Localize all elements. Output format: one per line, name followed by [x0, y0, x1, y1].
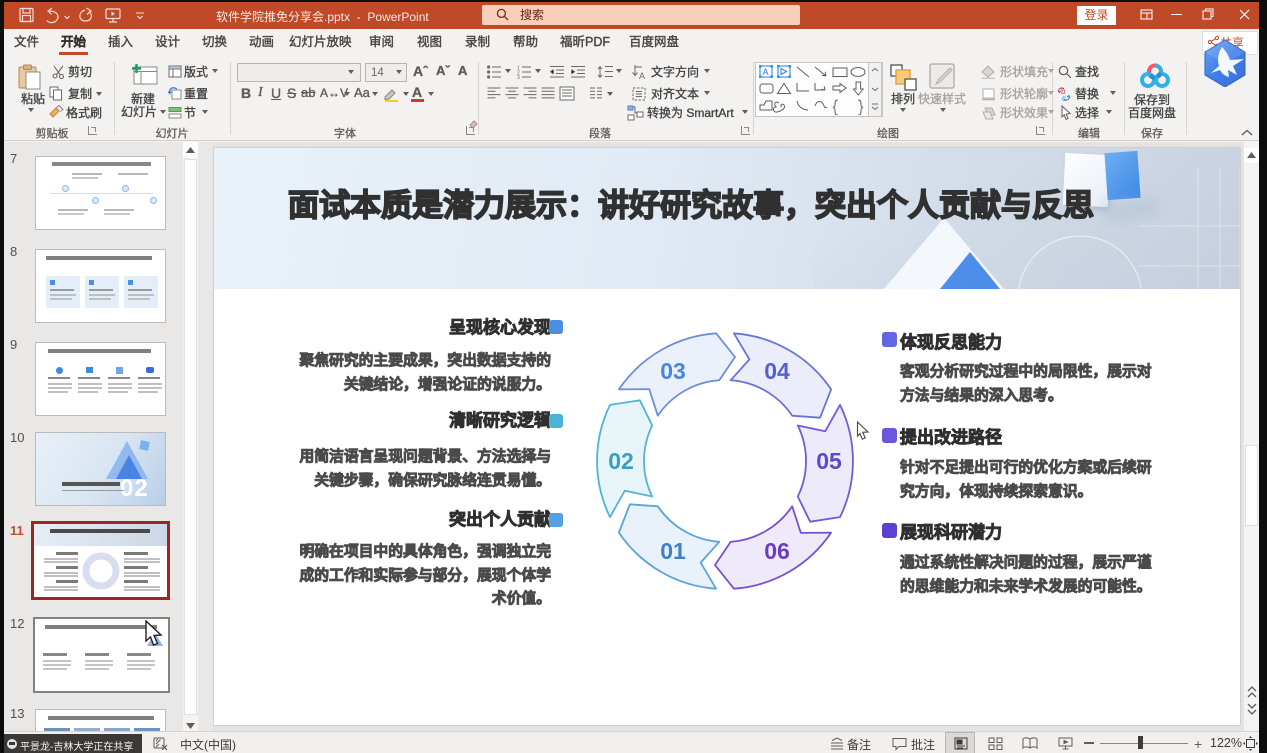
svg-text:A: A — [639, 71, 645, 80]
svg-text:02: 02 — [608, 448, 634, 474]
svg-text:03: 03 — [660, 358, 686, 384]
svg-text:c: c — [1062, 94, 1066, 102]
svg-text:04: 04 — [764, 358, 790, 384]
svg-text:06: 06 — [764, 538, 790, 564]
svg-text:01: 01 — [660, 538, 686, 564]
svg-text:A: A — [763, 67, 769, 77]
svg-text:05: 05 — [816, 448, 842, 474]
svg-text:3: 3 — [517, 75, 520, 79]
